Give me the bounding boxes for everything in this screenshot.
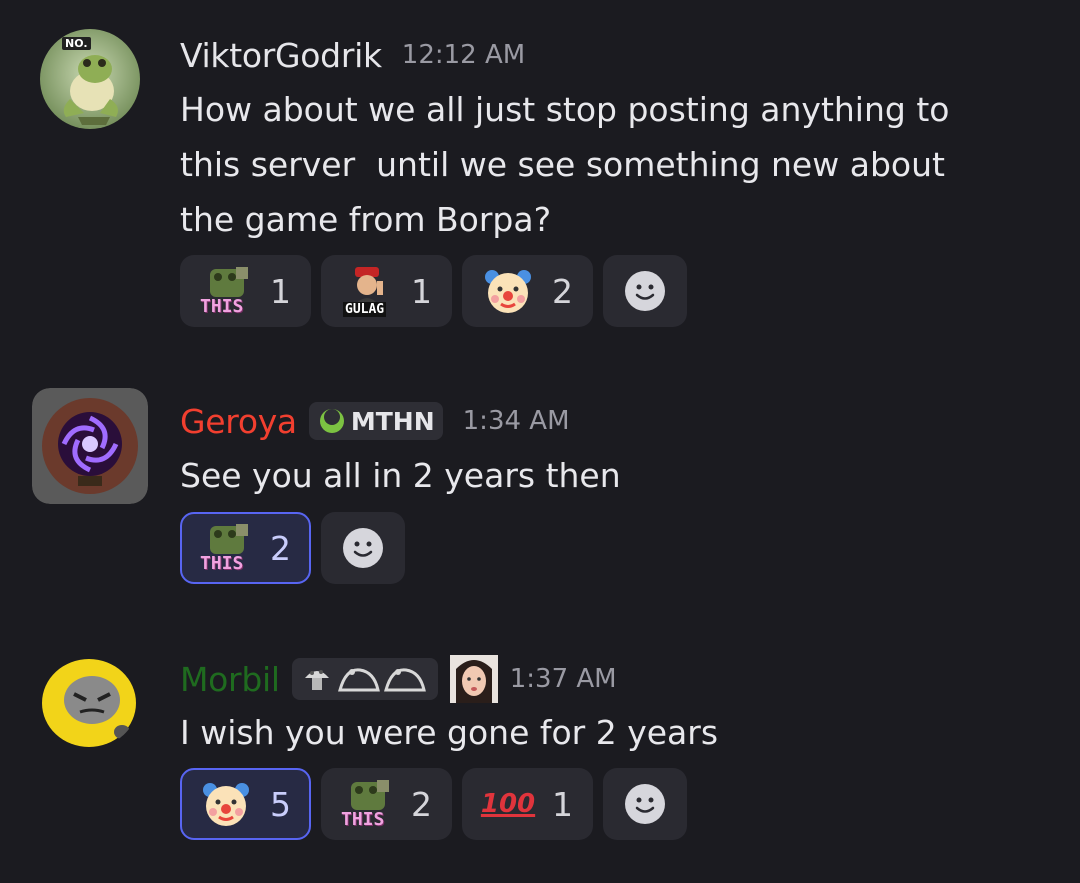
author-name[interactable]: Geroya <box>180 402 297 441</box>
reaction-count: 1 <box>552 784 573 824</box>
avatar-badge: NO. <box>62 37 91 50</box>
this-frog-emoji: THIS <box>341 778 393 830</box>
guild-tag[interactable]: MTHN <box>308 402 443 440</box>
this-label: THIS <box>200 553 244 574</box>
reaction-this-frog[interactable]: THIS 2 <box>180 512 311 584</box>
reaction-this-frog[interactable]: THIS 2 <box>321 768 452 840</box>
hundred-emoji: 100 <box>480 778 536 830</box>
message-text: How about we all just stop posting anyth… <box>180 90 950 239</box>
avatar-frog[interactable]: NO. <box>40 29 140 129</box>
message-text: See you all in 2 years then <box>180 456 621 495</box>
timestamp: 1:34 AM <box>462 406 570 436</box>
timestamp: 12:12 AM <box>401 40 526 70</box>
leaf-icon <box>319 409 344 433</box>
reaction-gulag[interactable]: GULAG 1 <box>321 255 452 327</box>
author-name[interactable]: Morbil <box>180 660 280 699</box>
author-name[interactable]: ViktorGodrik <box>180 36 382 75</box>
message-text: I wish you were gone for 2 years <box>180 713 719 752</box>
reaction-count: 2 <box>270 528 291 568</box>
reaction-bar: 5 THIS 2 100 1 <box>180 768 687 840</box>
reaction-hundred[interactable]: 100 1 <box>462 768 593 840</box>
add-reaction-button[interactable] <box>321 512 405 584</box>
add-reaction-button[interactable] <box>603 255 687 327</box>
clown-emoji <box>200 778 252 830</box>
avatar-vortex[interactable] <box>32 388 148 504</box>
mushroom-icon <box>304 670 329 690</box>
guild-tag-text: MTHN <box>350 406 435 436</box>
reaction-clown[interactable]: 5 <box>180 768 311 840</box>
hundred-label: 100 <box>480 789 536 819</box>
this-frog-emoji: THIS <box>200 522 252 574</box>
message-header: ViktorGodrik 12:12 AM <box>180 30 525 80</box>
crying-girl-emoji <box>449 655 498 703</box>
reaction-clown[interactable]: 2 <box>462 255 593 327</box>
avatar-geodude[interactable] <box>40 658 138 748</box>
message-header: Morbil 1:37 AM <box>180 654 617 704</box>
reaction-this-frog[interactable]: THIS 1 <box>180 255 311 327</box>
frog-icon <box>383 668 426 692</box>
reaction-count: 1 <box>411 271 432 311</box>
smiley-icon <box>343 528 383 568</box>
reaction-count: 2 <box>552 271 573 311</box>
profile-badges[interactable] <box>291 658 438 700</box>
reaction-bar: THIS 2 <box>180 512 405 584</box>
reaction-count: 2 <box>411 784 432 824</box>
timestamp: 1:37 AM <box>509 664 617 694</box>
this-label: THIS <box>341 809 385 830</box>
add-reaction-button[interactable] <box>603 768 687 840</box>
clown-emoji <box>482 265 534 317</box>
gulag-label: GULAG <box>343 302 387 317</box>
gulag-emoji: GULAG <box>341 265 393 317</box>
this-frog-emoji: THIS <box>200 265 252 317</box>
reaction-count: 5 <box>270 784 291 824</box>
smiley-icon <box>625 784 665 824</box>
reaction-count: 1 <box>270 271 291 311</box>
reaction-bar: THIS 1 GULAG 1 2 <box>180 255 687 327</box>
message-header: Geroya MTHN 1:34 AM <box>180 396 570 446</box>
smiley-icon <box>625 271 665 311</box>
this-label: THIS <box>200 296 244 317</box>
frog-icon <box>337 668 380 692</box>
